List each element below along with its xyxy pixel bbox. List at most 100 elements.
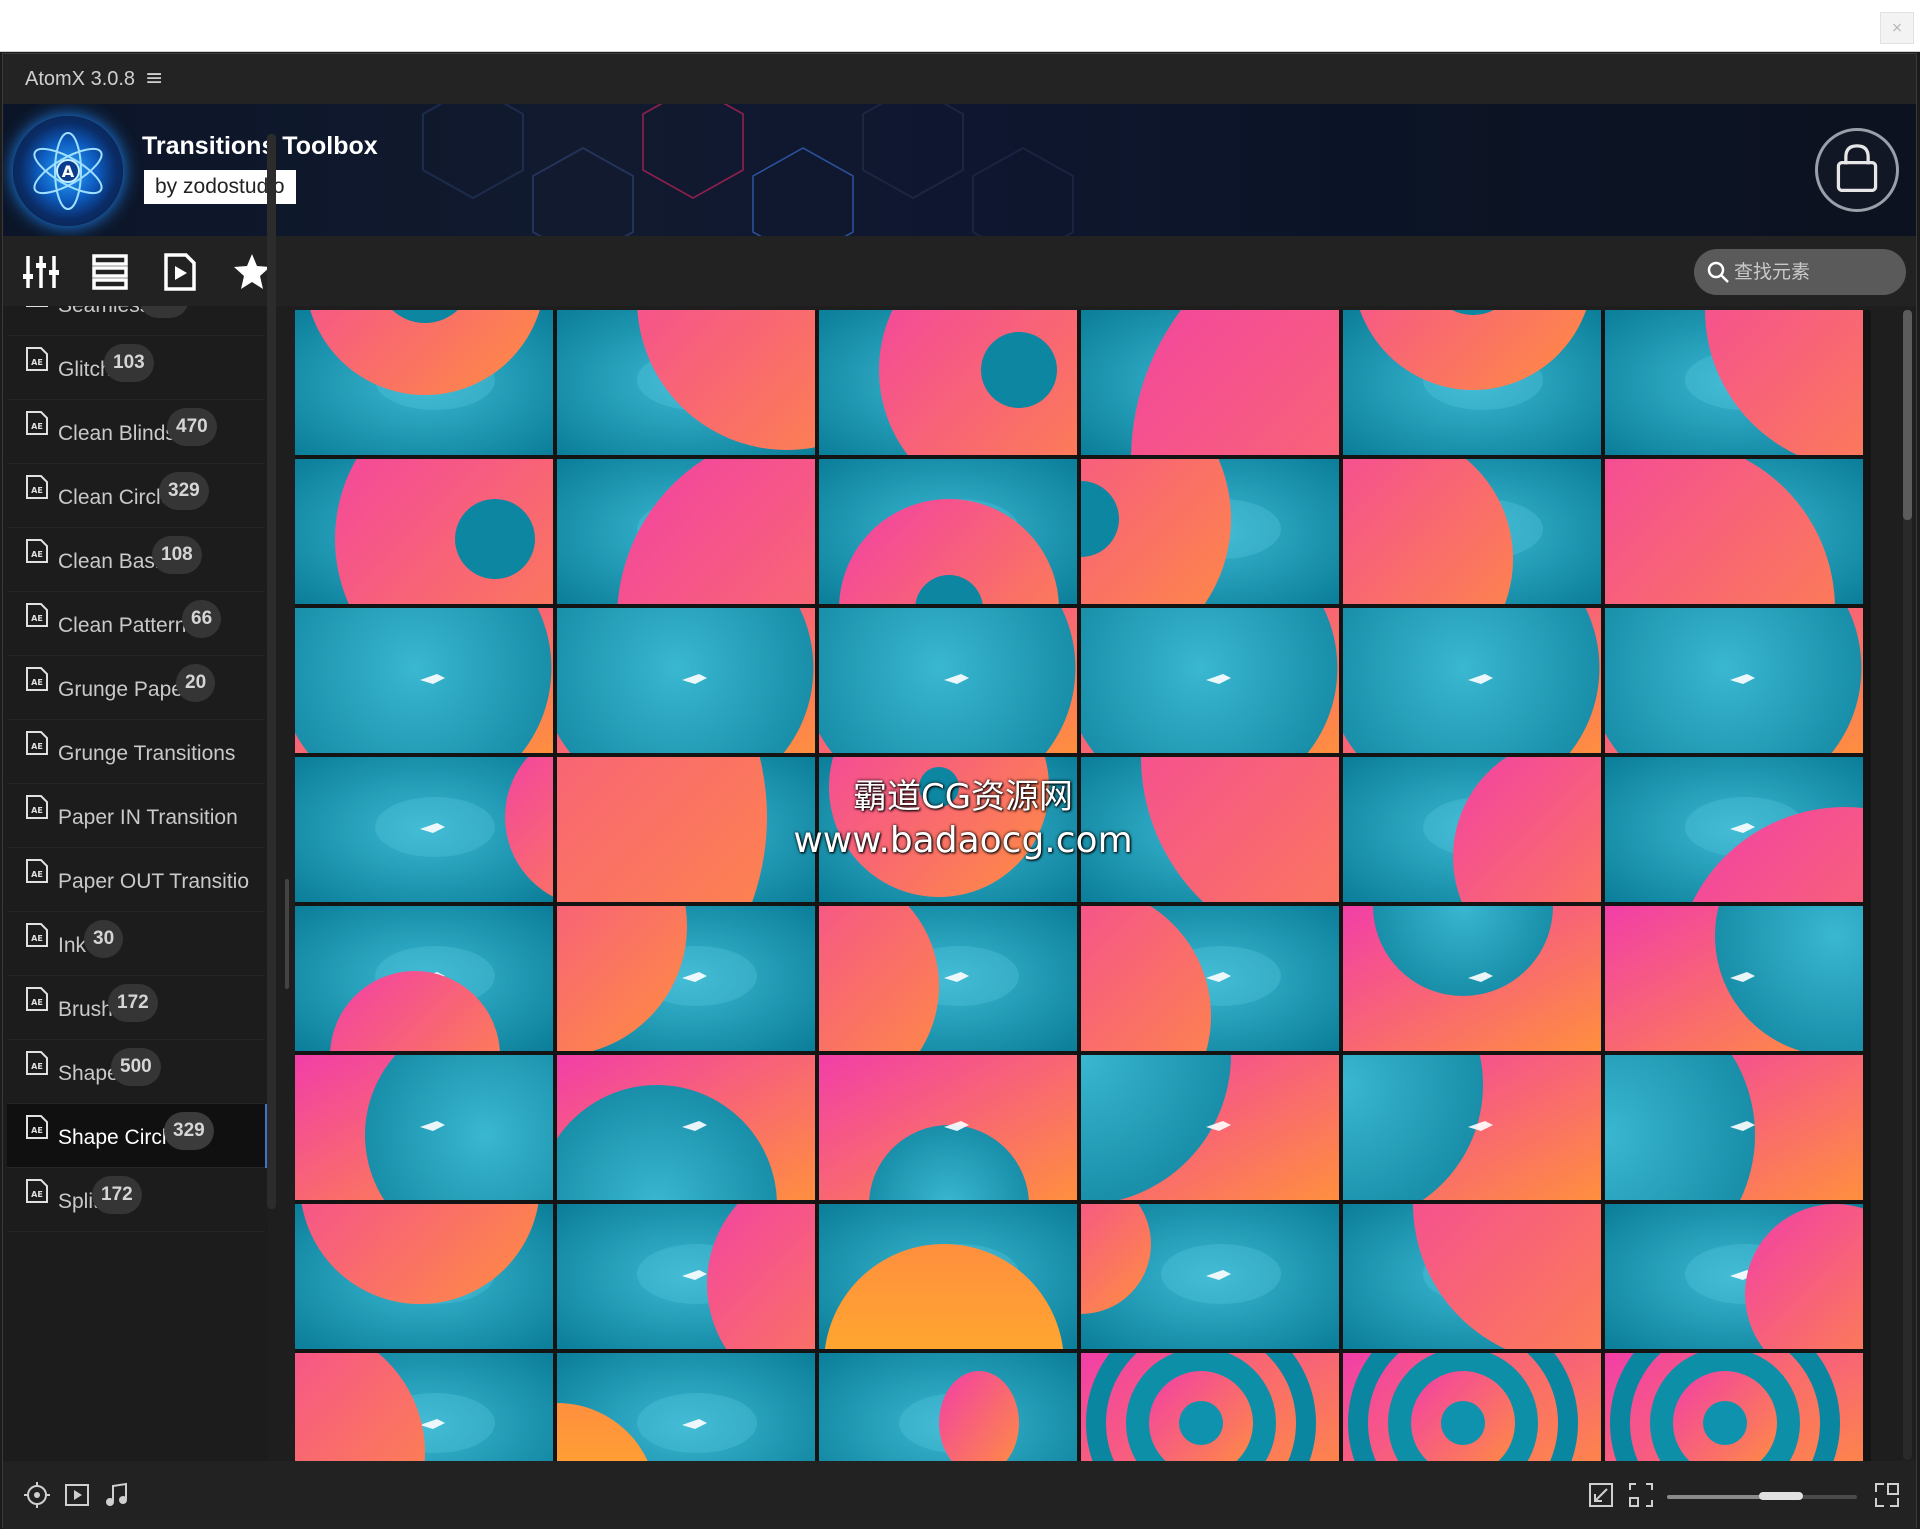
transition-thumbnail[interactable] (1343, 310, 1601, 455)
transition-thumbnail[interactable] (1605, 757, 1863, 902)
thumbnail-preview (1081, 1055, 1339, 1200)
transition-thumbnail[interactable] (1605, 906, 1863, 1051)
media-file-icon[interactable] (160, 252, 200, 292)
thumbnail-size-slider[interactable] (1667, 1492, 1857, 1500)
transition-thumbnail[interactable] (557, 757, 815, 902)
transition-thumbnail[interactable] (1343, 1353, 1601, 1462)
transition-thumbnail[interactable] (1605, 459, 1863, 604)
transition-thumbnail[interactable] (1343, 906, 1601, 1051)
svg-text:AE: AE (31, 486, 43, 495)
sidebar-item[interactable]: AE Shape Circle 329 (7, 1104, 268, 1168)
thumbnail-preview (1605, 459, 1863, 604)
transition-thumbnail[interactable] (557, 459, 815, 604)
transition-thumbnail[interactable] (819, 459, 1077, 604)
transition-thumbnail[interactable] (557, 1353, 815, 1462)
thumbnail-preview (1081, 757, 1339, 902)
import-icon[interactable] (1587, 1481, 1615, 1509)
sidebar-resize-handle[interactable] (285, 879, 289, 989)
transition-thumbnail[interactable] (1081, 906, 1339, 1051)
ae-file-icon: AE (26, 306, 48, 307)
transition-thumbnail[interactable] (1081, 459, 1339, 604)
transition-thumbnail[interactable] (295, 906, 553, 1051)
transition-thumbnail[interactable] (295, 608, 553, 753)
transition-thumbnail[interactable] (1605, 1204, 1863, 1349)
sidebar-item[interactable]: AE Split 172 (7, 1168, 265, 1232)
ae-file-icon: AE (26, 347, 48, 371)
transition-thumbnail[interactable] (1081, 310, 1339, 455)
list-view-icon[interactable] (90, 252, 130, 292)
hamburger-menu-icon[interactable]: ≡ (145, 66, 163, 91)
sidebar-item-label: Ink (58, 934, 87, 957)
slider-thumb[interactable] (1759, 1492, 1803, 1500)
transition-thumbnail[interactable] (819, 757, 1077, 902)
transition-thumbnail[interactable] (1605, 608, 1863, 753)
sidebar-item[interactable]: AE Grunge Transitions (7, 720, 265, 784)
transition-thumbnail[interactable] (1081, 1204, 1339, 1349)
sidebar-item[interactable]: AE Paper IN Transition (7, 784, 265, 848)
transition-thumbnail[interactable] (819, 906, 1077, 1051)
atomx-logo: A (13, 116, 123, 226)
transition-thumbnail[interactable] (1343, 757, 1601, 902)
ae-file-icon: AE (26, 1179, 48, 1203)
os-close-button[interactable]: × (1880, 12, 1914, 44)
transition-thumbnail[interactable] (1343, 608, 1601, 753)
sidebar-item[interactable]: AE Clean Blinds 470 (7, 400, 265, 464)
sidebar-item[interactable]: AE Clean Basic 108 (7, 528, 265, 592)
thumbnail-preview (557, 1353, 815, 1462)
grid-large-icon[interactable] (1873, 1481, 1901, 1509)
transition-thumbnail[interactable] (819, 1353, 1077, 1462)
sidebar-item[interactable]: AE Shape 500 (7, 1040, 265, 1104)
transition-thumbnail[interactable] (819, 310, 1077, 455)
sidebar-item-label: Shape Circle (58, 1126, 179, 1149)
transition-thumbnail[interactable] (1081, 1353, 1339, 1462)
transition-thumbnail[interactable] (819, 1055, 1077, 1200)
svg-text:AE: AE (31, 678, 43, 687)
sidebar-scrollbar[interactable] (267, 134, 276, 1209)
transition-thumbnail[interactable] (819, 1204, 1077, 1349)
transition-thumbnail[interactable] (295, 1055, 553, 1200)
transition-thumbnail[interactable] (1343, 459, 1601, 604)
video-filter-icon[interactable] (63, 1481, 91, 1509)
transition-thumbnail[interactable] (1605, 1055, 1863, 1200)
grid-small-icon[interactable] (1627, 1481, 1655, 1509)
music-note-icon[interactable] (103, 1481, 131, 1509)
transition-thumbnail[interactable] (1081, 1055, 1339, 1200)
transition-thumbnail[interactable] (819, 608, 1077, 753)
favorites-star-icon[interactable] (232, 252, 272, 292)
transition-thumbnail[interactable] (295, 757, 553, 902)
search-box[interactable] (1694, 249, 1906, 295)
transition-thumbnail[interactable] (557, 608, 815, 753)
sidebar-item[interactable]: AE Grunge Paper 20 (7, 656, 265, 720)
sidebar-item[interactable]: AE Clean Circle 329 (7, 464, 265, 528)
ae-file-icon: AE (26, 923, 48, 947)
transition-thumbnail[interactable] (557, 1055, 815, 1200)
sidebar-item[interactable]: AE Clean Patterns 66 (7, 592, 265, 656)
grid-scrollbar-thumb[interactable] (1903, 310, 1912, 520)
transition-thumbnail[interactable] (1081, 757, 1339, 902)
transition-thumbnail[interactable] (1605, 1353, 1863, 1462)
sidebar-item[interactable]: AE Glitch 103 (7, 336, 265, 400)
transition-thumbnail[interactable] (295, 1204, 553, 1349)
shop-button[interactable] (1815, 128, 1899, 212)
transition-thumbnail[interactable] (295, 1353, 553, 1462)
transition-thumbnail[interactable] (557, 310, 815, 455)
mixer-sliders-icon[interactable] (21, 252, 61, 292)
sidebar-item[interactable]: AE Brush 172 (7, 976, 265, 1040)
sidebar-item[interactable]: AESeamless159 (7, 306, 265, 336)
sidebar-item[interactable]: AE Paper OUT Transitio (7, 848, 265, 912)
transition-thumbnail[interactable] (557, 1204, 815, 1349)
bottom-bar (3, 1461, 1916, 1529)
search-input[interactable] (1734, 256, 1894, 288)
sidebar-item[interactable]: AE Ink 30 (7, 912, 265, 976)
transition-thumbnail[interactable] (557, 906, 815, 1051)
transition-thumbnail[interactable] (295, 459, 553, 604)
thumbnail-preview (295, 906, 553, 1051)
transition-thumbnail[interactable] (1081, 608, 1339, 753)
move-crosshair-icon[interactable] (23, 1481, 51, 1509)
transition-thumbnail[interactable] (1605, 310, 1863, 455)
transition-thumbnail[interactable] (295, 310, 553, 455)
transition-thumbnail[interactable] (1343, 1204, 1601, 1349)
thumbnail-preview (557, 1204, 815, 1349)
thumbnail-preview (295, 757, 553, 902)
transition-thumbnail[interactable] (1343, 1055, 1601, 1200)
